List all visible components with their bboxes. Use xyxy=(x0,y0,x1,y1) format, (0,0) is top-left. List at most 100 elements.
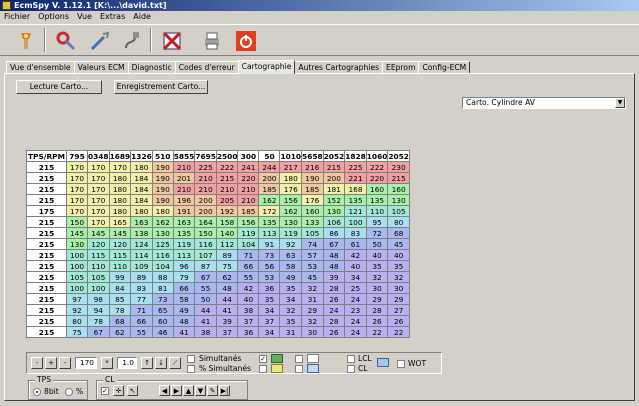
grid-cell[interactable]: 220 xyxy=(365,172,389,184)
grid-cell[interactable]: 100 xyxy=(344,216,367,228)
grid-cell[interactable]: 29 xyxy=(365,293,389,305)
grid-cell[interactable]: 34 xyxy=(279,293,303,305)
grid-cell[interactable]: 95 xyxy=(365,216,389,228)
grid-cell[interactable]: 185 xyxy=(301,183,324,195)
grid-cell[interactable]: 84 xyxy=(108,282,132,294)
grid-cell[interactable]: 215 xyxy=(322,161,346,173)
grid-cell[interactable]: 190 xyxy=(151,183,174,195)
grid-cell[interactable]: 72 xyxy=(365,227,389,239)
grid-cell[interactable]: 92 xyxy=(279,238,303,250)
grid-cell[interactable]: 67 xyxy=(322,238,346,250)
nav-left-button[interactable]: ◀ xyxy=(159,385,170,396)
grid-cell[interactable]: 130 xyxy=(279,216,303,228)
grid-cell[interactable]: 32 xyxy=(301,315,324,327)
grid-cell[interactable]: 210 xyxy=(194,183,217,195)
grid-cell[interactable]: 176 xyxy=(279,183,303,195)
menu-options[interactable]: Options xyxy=(38,11,69,23)
grid-cell[interactable]: 100 xyxy=(66,260,88,272)
grid-cell[interactable]: 30 xyxy=(301,326,324,338)
grid-cell[interactable]: 23 xyxy=(344,304,367,316)
grid-cell[interactable]: 35 xyxy=(365,260,389,272)
cl-enable-checkbox[interactable]: ✓ xyxy=(101,387,109,395)
cl-checkbox[interactable] xyxy=(347,365,355,373)
grid-cell[interactable]: 55 xyxy=(194,282,217,294)
grid-cell[interactable]: 48 xyxy=(322,249,346,261)
grid-cell[interactable]: 138 xyxy=(130,227,153,239)
tab-cartographie[interactable]: Cartographie xyxy=(237,60,296,74)
nav-right-button[interactable]: ▶ xyxy=(171,385,182,396)
grid-cell[interactable]: 75 xyxy=(66,326,88,338)
grid-cell[interactable]: 133 xyxy=(301,216,324,228)
grid-cell[interactable]: 115 xyxy=(108,249,132,261)
grid-cell[interactable]: 210 xyxy=(215,183,239,195)
grid-cell[interactable]: 41 xyxy=(194,315,217,327)
grid-cell[interactable]: 71 xyxy=(237,249,260,261)
grid-cell[interactable]: 42 xyxy=(344,249,367,261)
grid-cell[interactable]: 83 xyxy=(344,227,367,239)
grid-cell[interactable]: 210 xyxy=(172,161,196,173)
arrow-up-button[interactable]: ↑ xyxy=(141,357,153,369)
grid-cell[interactable]: 160 xyxy=(301,205,324,217)
grid-cell[interactable]: 114 xyxy=(130,249,153,261)
print-button[interactable] xyxy=(198,27,226,54)
menu-extras[interactable]: Extras xyxy=(100,11,125,23)
factor-value-field[interactable]: 1.0 xyxy=(117,357,137,369)
grid-cell[interactable]: 185 xyxy=(237,205,260,217)
grid-cell[interactable]: 190 xyxy=(151,172,174,184)
grid-cell[interactable]: 216 xyxy=(301,161,324,173)
grid-cell[interactable]: 135 xyxy=(365,194,389,206)
grid-cell[interactable]: 80 xyxy=(387,216,410,228)
grid-cell[interactable]: 221 xyxy=(344,172,367,184)
grid-cell[interactable]: 156 xyxy=(279,194,303,206)
grid-cell[interactable]: 150 xyxy=(194,227,217,239)
grid-cell[interactable]: 135 xyxy=(172,227,196,239)
map-select[interactable]: Carto. Cylindre AV ▼ xyxy=(462,97,626,109)
grid-cell[interactable]: 162 xyxy=(279,205,303,217)
grid-cell[interactable]: 130 xyxy=(387,194,410,206)
grid-cell[interactable]: 65 xyxy=(151,304,174,316)
grid-cell[interactable]: 184 xyxy=(130,172,153,184)
grid-cell[interactable]: 98 xyxy=(87,293,110,305)
grid-cell[interactable]: 105 xyxy=(301,227,324,239)
grid-cell[interactable]: 75 xyxy=(215,260,239,272)
grid-cell[interactable]: 170 xyxy=(66,161,88,173)
grid-cell[interactable]: 140 xyxy=(215,227,239,239)
grid-cell[interactable]: 145 xyxy=(108,227,132,239)
grid-cell[interactable]: 222 xyxy=(365,161,389,173)
grid-cell[interactable]: 60 xyxy=(151,315,174,327)
grid-cell[interactable]: 45 xyxy=(301,271,324,283)
grid-cell[interactable]: 130 xyxy=(322,205,346,217)
menu-vue[interactable]: Vue xyxy=(77,11,92,23)
grid-cell[interactable]: 113 xyxy=(258,227,281,239)
grid-cell[interactable]: 170 xyxy=(87,172,110,184)
decrease-button[interactable]: - xyxy=(31,357,43,369)
grid-cell[interactable]: 40 xyxy=(344,260,367,272)
grid-cell[interactable]: 110 xyxy=(108,260,132,272)
grid-cell[interactable]: 29 xyxy=(301,304,324,316)
grid-cell[interactable]: 162 xyxy=(151,216,174,228)
grid-cell[interactable]: 44 xyxy=(194,304,217,316)
grid-cell[interactable]: 116 xyxy=(194,238,217,250)
tps-8bit-radio[interactable] xyxy=(33,388,41,396)
grid-cell[interactable]: 170 xyxy=(66,194,88,206)
grid-cell[interactable]: 190 xyxy=(151,161,174,173)
grid-cell[interactable]: 165 xyxy=(108,216,132,228)
grid-cell[interactable]: 88 xyxy=(151,271,174,283)
grid-cell[interactable]: 176 xyxy=(301,194,324,206)
grid-cell[interactable]: 61 xyxy=(344,238,367,250)
grid-cell[interactable]: 79 xyxy=(172,271,196,283)
grid-cell[interactable]: 77 xyxy=(130,293,153,305)
grid-cell[interactable]: 53 xyxy=(258,271,281,283)
grid-cell[interactable]: 130 xyxy=(151,227,174,239)
grid-cell[interactable]: 120 xyxy=(87,238,110,250)
grid-cell[interactable]: 119 xyxy=(172,238,196,250)
grid-cell[interactable]: 22 xyxy=(365,326,389,338)
grid-cell[interactable]: 135 xyxy=(258,216,281,228)
grid-cell[interactable]: 62 xyxy=(108,326,132,338)
grid-cell[interactable]: 58 xyxy=(172,293,196,305)
grid-cell[interactable]: 210 xyxy=(237,183,260,195)
grid-cell[interactable]: 41 xyxy=(215,304,239,316)
view-toggle-3-checkbox[interactable] xyxy=(295,355,303,363)
grid-cell[interactable]: 225 xyxy=(194,161,217,173)
grid-cell[interactable]: 32 xyxy=(365,271,389,283)
